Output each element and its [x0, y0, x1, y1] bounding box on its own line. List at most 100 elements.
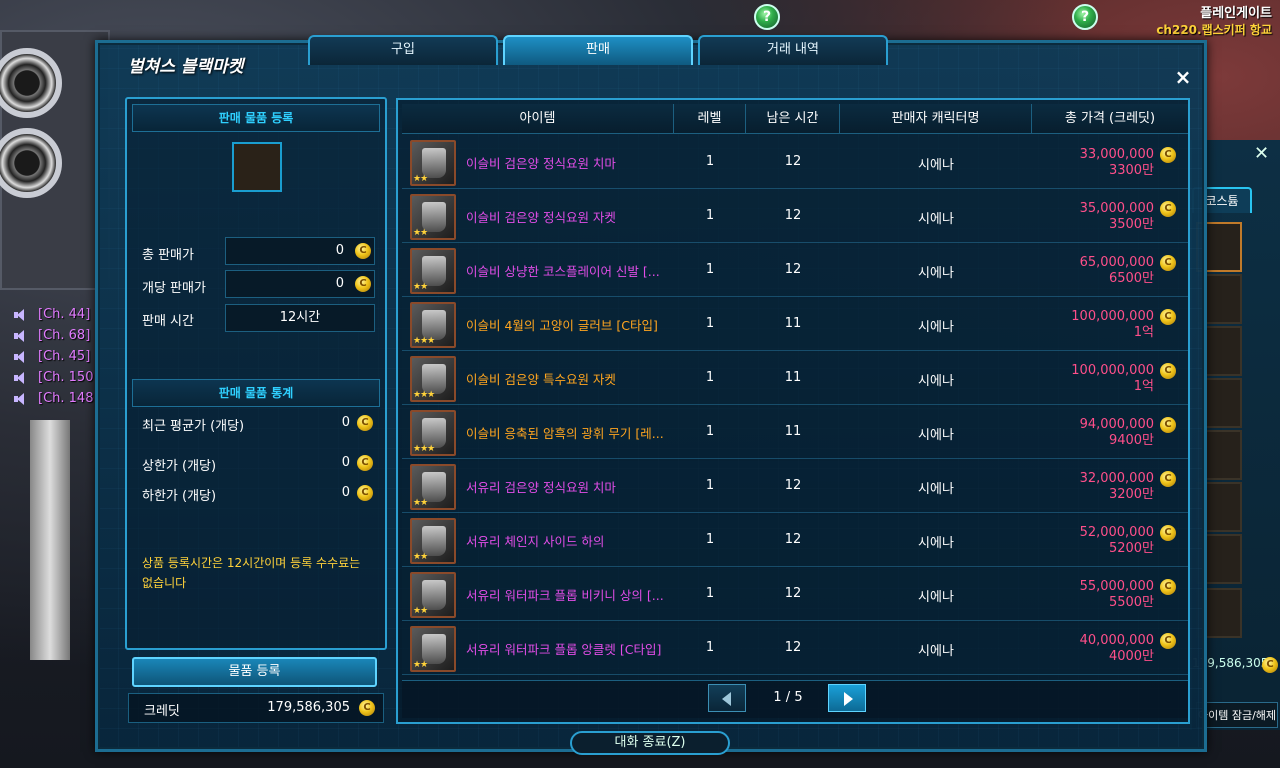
speaker-icon	[14, 308, 26, 321]
stats-heading: 판매 물품 통계	[132, 379, 380, 407]
chat-line: [Ch. 45]	[14, 346, 93, 367]
item-icon: ★★	[410, 248, 456, 294]
prev-page-button[interactable]	[708, 684, 746, 712]
close-button[interactable]: ×	[1172, 66, 1194, 88]
sell-item-slot[interactable]	[232, 142, 282, 192]
recent-avg-value: 0	[341, 415, 350, 430]
rarity-stars: ★★	[413, 174, 428, 184]
duration-label: 판매 시간	[142, 314, 194, 329]
column-header-level[interactable]: 레벨	[674, 104, 746, 134]
total-price-input[interactable]: 0	[225, 237, 375, 265]
item-icon: ★★	[410, 194, 456, 240]
item-level: 1	[705, 640, 715, 655]
item-name: 이슬비 검은양 정식요원 자켓	[466, 210, 616, 225]
coin-icon: C	[1160, 363, 1176, 379]
rarity-stars: ★★	[413, 282, 428, 292]
chat-channel: [Ch. 150	[38, 370, 94, 385]
speaker-icon	[14, 371, 26, 384]
rarity-stars: ★★★	[413, 390, 435, 400]
rarity-stars: ★★	[413, 660, 428, 670]
quest-gem-icon[interactable]: ?	[1072, 4, 1098, 30]
rarity-stars: ★★	[413, 228, 428, 238]
player-name: 플레인게이트	[1200, 6, 1272, 21]
price-short: 1억	[1133, 379, 1154, 394]
price-total: 35,000,000	[1079, 201, 1154, 216]
seller-name: 시에나	[918, 320, 954, 335]
unit-price-input[interactable]: 0	[225, 270, 375, 298]
item-icon: ★★★	[410, 410, 456, 456]
quest-gem-icon[interactable]: ?	[754, 4, 780, 30]
chat-line: [Ch. 44]	[14, 304, 93, 325]
seller-name: 시에나	[918, 482, 954, 497]
coin-icon: C	[1262, 657, 1278, 673]
remaining-time: 12	[784, 532, 802, 547]
item-name: 이슬비 상냥한 코스플레이어 신발 [...	[466, 264, 660, 279]
max-price-value: 0	[341, 455, 350, 470]
item-level: 1	[705, 532, 715, 547]
bg-pole	[30, 420, 70, 660]
min-price-label: 하한가 (개당)	[142, 489, 217, 504]
tab-sell[interactable]: 판매	[503, 35, 693, 65]
min-price-value: 0	[341, 485, 350, 500]
price-total: 55,000,000	[1079, 579, 1154, 594]
item-icon: ★★★	[410, 302, 456, 348]
coin-icon: C	[357, 415, 373, 431]
duration-select[interactable]: 12시간	[225, 304, 375, 332]
coin-icon: C	[1160, 579, 1176, 595]
item-level: 1	[705, 262, 715, 277]
price-total: 33,000,000	[1079, 147, 1154, 162]
item-name: 이슬비 검은양 정식요원 치마	[466, 156, 616, 171]
rarity-stars: ★★★	[413, 444, 435, 454]
price-total: 100,000,000	[1071, 363, 1154, 378]
speaker-icon	[14, 350, 26, 363]
chat-channel: [Ch. 45]	[38, 349, 91, 364]
item-name: 서유리 워터파크 플롭 앙클렛 [C타입]	[466, 642, 662, 657]
item-level: 1	[705, 208, 715, 223]
price-short: 9400만	[1108, 433, 1154, 448]
item-icon: ★★	[410, 626, 456, 672]
coin-icon: C	[1160, 309, 1176, 325]
item-level: 1	[705, 316, 715, 331]
chat-line: [Ch. 150	[14, 367, 93, 388]
item-lock-button[interactable]: 아이템 잠금/해제	[1196, 702, 1278, 728]
column-header-price[interactable]: 총 가격 (크레딧)	[1032, 104, 1188, 134]
rarity-stars: ★★	[413, 606, 428, 616]
seller-name: 시에나	[918, 266, 954, 281]
credit-label: 크레딧	[144, 704, 180, 719]
end-dialog-button[interactable]: 대화 종료(Z)	[570, 731, 730, 755]
remaining-time: 12	[784, 208, 802, 223]
chat-line: [Ch. 148	[14, 388, 93, 409]
item-level: 1	[705, 424, 715, 439]
price-short: 5500만	[1108, 595, 1154, 610]
register-item-button[interactable]: 물품 등록	[132, 657, 377, 687]
next-page-button[interactable]	[828, 684, 866, 712]
seller-name: 시에나	[918, 212, 954, 227]
coin-icon: C	[1160, 147, 1176, 163]
tab-buy[interactable]: 구입	[308, 35, 498, 65]
chat-channel: [Ch. 44]	[38, 307, 91, 322]
item-level: 1	[705, 478, 715, 493]
item-name: 이슬비 응축된 암흑의 광휘 무기 [레...	[466, 426, 664, 441]
remaining-time: 11	[784, 424, 802, 439]
item-level: 1	[705, 154, 715, 169]
seller-name: 시에나	[918, 158, 954, 173]
column-header-seller[interactable]: 판매자 캐릭터명	[840, 104, 1032, 134]
inventory-close-icon[interactable]: ✕	[1254, 143, 1269, 164]
rarity-stars: ★★	[413, 552, 428, 562]
remaining-time: 11	[784, 370, 802, 385]
coin-icon: C	[1160, 417, 1176, 433]
recent-avg-label: 최근 평균가 (개당)	[142, 419, 245, 434]
item-name: 서유리 검은양 정식요원 치마	[466, 480, 616, 495]
credit-value: 179,586,305	[267, 700, 350, 715]
coin-icon: C	[1160, 201, 1176, 217]
coin-icon: C	[1160, 525, 1176, 541]
seller-name: 시에나	[918, 536, 954, 551]
remaining-time: 12	[784, 478, 802, 493]
price-short: 4000만	[1108, 649, 1154, 664]
seller-name: 시에나	[918, 374, 954, 389]
column-header-item[interactable]: 아이템	[402, 104, 674, 134]
tab-history[interactable]: 거래 내역	[698, 35, 888, 65]
column-header-time[interactable]: 남은 시간	[746, 104, 840, 134]
speaker-icon	[14, 392, 26, 405]
max-price-label: 상한가 (개당)	[142, 459, 217, 474]
